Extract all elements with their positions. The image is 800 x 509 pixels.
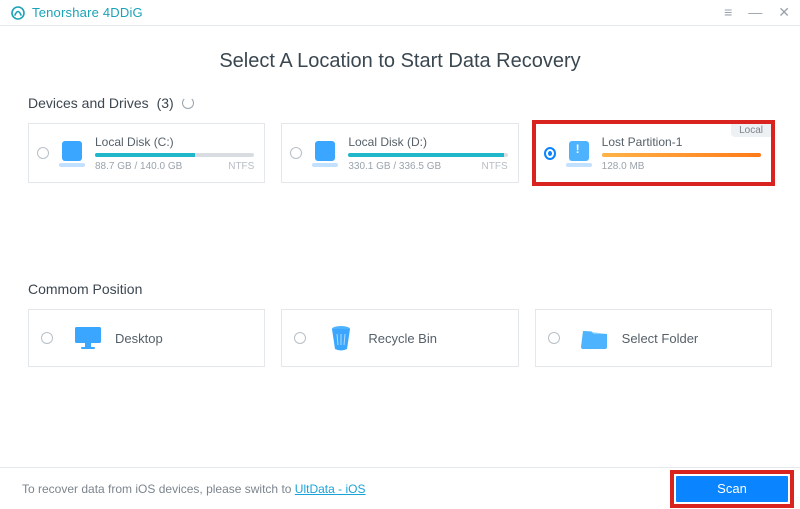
drive-name: Local Disk (C:) — [95, 135, 174, 149]
drive-usage: 128.0 MB — [602, 161, 645, 172]
common-folder[interactable]: Select Folder — [535, 309, 772, 367]
drive-card-lost[interactable]: Local ! Lost Partition-1 128.0 MB — [535, 123, 772, 183]
footer-text: To recover data from iOS devices, please… — [22, 482, 295, 496]
common-cards: Desktop Recycle Bin Select Folder — [28, 309, 772, 367]
radio-drive-lost[interactable] — [544, 147, 556, 160]
monitor-icon — [71, 325, 105, 351]
drive-usage: 88.7 GB / 140.0 GB — [95, 161, 182, 172]
main-panel: Select A Location to Start Data Recovery… — [0, 26, 800, 467]
common-label: Desktop — [115, 331, 163, 346]
refresh-icon[interactable] — [182, 97, 194, 109]
bottom-bar: To recover data from iOS devices, please… — [0, 467, 800, 509]
radio-desktop[interactable] — [41, 332, 53, 344]
usage-bar — [95, 153, 254, 157]
page-title: Select A Location to Start Data Recovery — [28, 50, 772, 73]
common-label: Select Folder — [622, 331, 699, 346]
drive-icon — [310, 139, 340, 167]
close-button[interactable]: ✕ — [776, 4, 792, 21]
brand-icon — [10, 5, 26, 21]
app-brand: Tenorshare 4DDiG — [10, 5, 143, 21]
drive-cards: Local Disk (C:) 88.7 GB / 140.0 GB NTFS … — [28, 123, 772, 183]
footer-hint: To recover data from iOS devices, please… — [22, 482, 365, 496]
folder-icon — [578, 327, 612, 349]
drive-fs: NTFS — [482, 161, 508, 172]
drive-name: Lost Partition-1 — [602, 135, 683, 149]
usage-bar — [348, 153, 507, 157]
drive-card-c[interactable]: Local Disk (C:) 88.7 GB / 140.0 GB NTFS — [28, 123, 265, 183]
radio-drive-c[interactable] — [37, 147, 49, 159]
minimize-button[interactable]: — — [746, 4, 764, 21]
radio-recycle[interactable] — [294, 332, 306, 344]
common-label: Recycle Bin — [368, 331, 437, 346]
menu-button[interactable]: ≡ — [722, 4, 734, 21]
trash-icon — [324, 325, 358, 351]
radio-drive-d[interactable] — [290, 147, 302, 159]
common-recycle[interactable]: Recycle Bin — [281, 309, 518, 367]
common-desktop[interactable]: Desktop — [28, 309, 265, 367]
local-tag: Local — [731, 124, 771, 137]
drives-heading-text: Devices and Drives — [28, 95, 149, 111]
drive-icon — [57, 139, 87, 167]
warning-drive-icon: ! — [564, 139, 594, 167]
drives-heading: Devices and Drives (3) — [28, 95, 772, 111]
drive-name: Local Disk (D:) — [348, 135, 427, 149]
title-bar: Tenorshare 4DDiG ≡ — ✕ — [0, 0, 800, 26]
scan-button[interactable]: Scan — [676, 476, 788, 502]
ultdata-link[interactable]: UltData - iOS — [295, 482, 366, 496]
scan-highlight: Scan — [674, 474, 790, 504]
drive-fs: NTFS — [228, 161, 254, 172]
drives-count: (3) — [157, 95, 174, 111]
radio-folder[interactable] — [548, 332, 560, 344]
app-title: Tenorshare 4DDiG — [32, 5, 143, 20]
drive-card-d[interactable]: Local Disk (D:) 330.1 GB / 336.5 GB NTFS — [281, 123, 518, 183]
common-heading: Commom Position — [28, 281, 772, 297]
drive-usage: 330.1 GB / 336.5 GB — [348, 161, 441, 172]
window-controls: ≡ — ✕ — [722, 4, 792, 21]
usage-bar — [602, 153, 761, 157]
